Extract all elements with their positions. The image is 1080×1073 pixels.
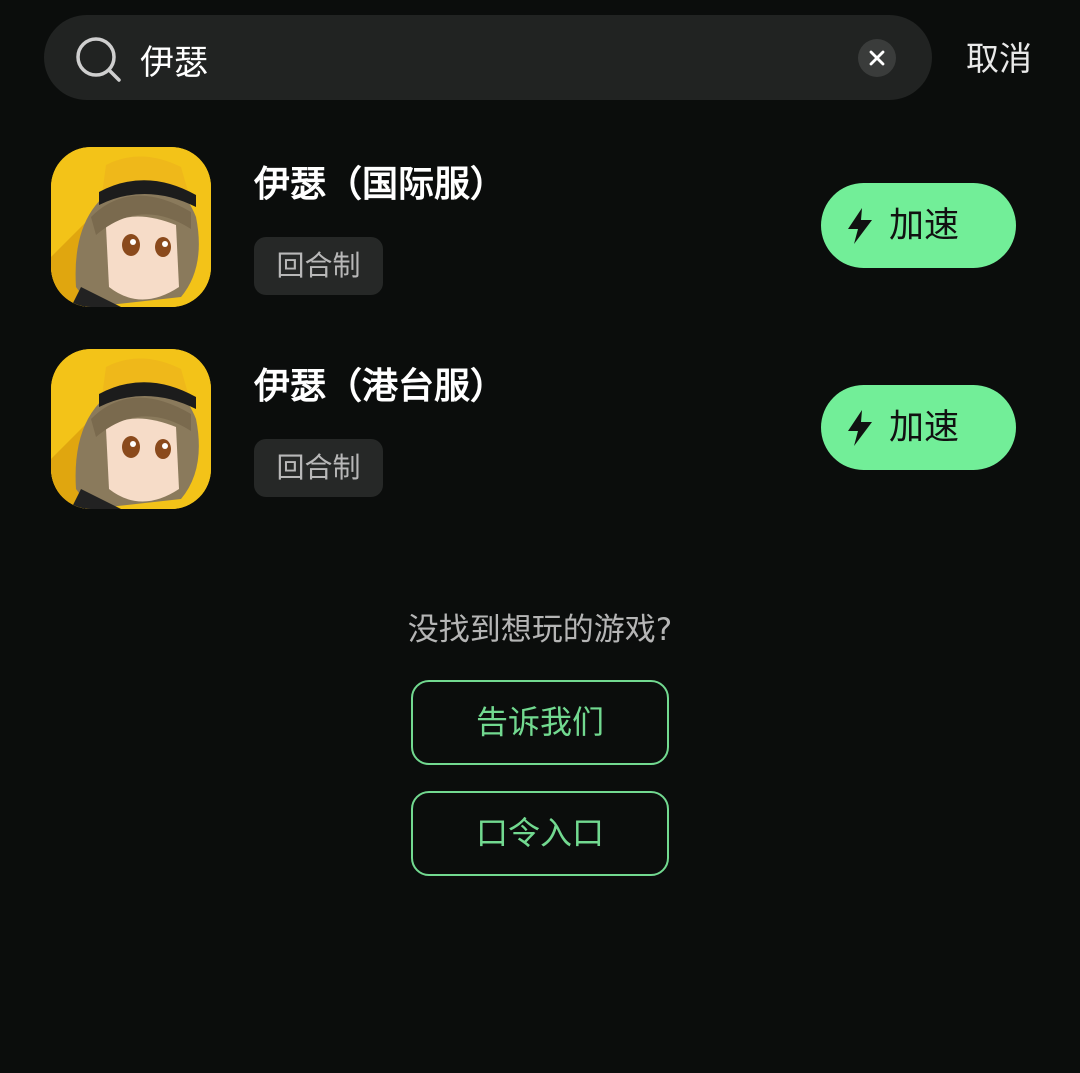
genre-tag: 回合制	[254, 439, 383, 497]
not-found-prompt: 没找到想玩的游戏?	[407, 612, 673, 648]
lightning-bolt-icon	[848, 208, 872, 244]
game-title: 伊瑟（港台服）	[254, 366, 507, 407]
genre-tag: 回合制	[254, 237, 383, 295]
game-list-item[interactable]: 伊瑟（港台服） 回合制 加速	[0, 349, 1080, 519]
clear-search-button[interactable]	[858, 39, 896, 77]
game-list-item[interactable]: 伊瑟（国际服） 回合制 加速	[0, 147, 1080, 317]
game-icon[interactable]	[51, 147, 211, 307]
game-title: 伊瑟（国际服）	[254, 164, 507, 205]
game-icon[interactable]	[51, 349, 211, 509]
tell-us-button[interactable]: 告诉我们	[411, 680, 669, 765]
search-input[interactable]	[140, 33, 830, 85]
boost-button-label: 加速	[889, 408, 960, 448]
boost-button[interactable]: 加速	[821, 183, 1016, 268]
boost-button-label: 加速	[889, 206, 960, 246]
lightning-bolt-icon	[848, 410, 872, 446]
boost-button[interactable]: 加速	[821, 385, 1016, 470]
search-icon	[76, 37, 121, 82]
close-icon	[869, 50, 885, 66]
cancel-button[interactable]: 取消	[966, 34, 1032, 84]
code-entry-button[interactable]: 口令入口	[411, 791, 669, 876]
